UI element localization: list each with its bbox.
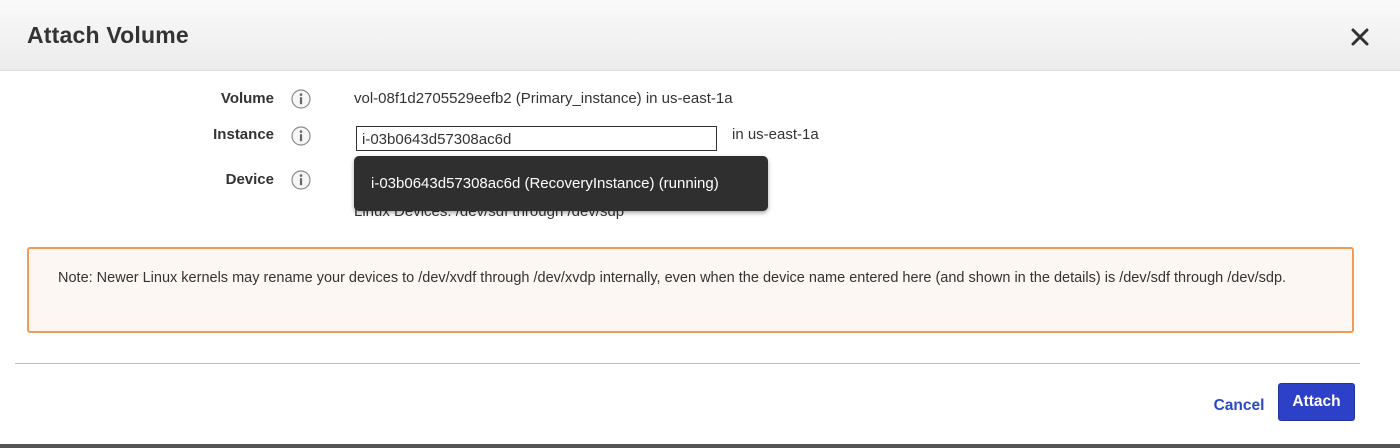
volume-value: vol-08f1d2705529eefb2 (Primary_instance)… — [354, 90, 733, 107]
note-text: Note: Newer Linux kernels may rename you… — [58, 270, 1287, 286]
instance-input[interactable] — [356, 126, 717, 151]
instance-label: Instance — [213, 126, 274, 143]
info-icon[interactable] — [291, 126, 311, 146]
dialog-header: Attach Volume — [0, 0, 1400, 71]
info-icon[interactable] — [291, 170, 311, 190]
attach-button[interactable]: Attach — [1278, 383, 1355, 421]
cancel-button[interactable]: Cancel — [1204, 392, 1274, 420]
close-icon — [1351, 28, 1369, 46]
volume-label: Volume — [220, 90, 274, 107]
device-label: Device — [225, 171, 274, 188]
divider — [15, 363, 1360, 364]
attach-volume-dialog: Attach Volume Volume vol-08f1d2705529eef… — [0, 0, 1400, 448]
note-box: Note: Newer Linux kernels may rename you… — [27, 247, 1354, 333]
instance-suggestion-dropdown[interactable]: i-03b0643d57308ac6d (RecoveryInstance) (… — [354, 156, 768, 211]
dialog-bottom-edge — [0, 444, 1400, 448]
dialog-title: Attach Volume — [27, 22, 189, 48]
instance-suggestion-item[interactable]: i-03b0643d57308ac6d (RecoveryInstance) (… — [371, 175, 719, 192]
info-icon[interactable] — [291, 89, 311, 109]
close-button[interactable] — [1346, 23, 1374, 51]
instance-region-text: in us-east-1a — [732, 126, 819, 143]
